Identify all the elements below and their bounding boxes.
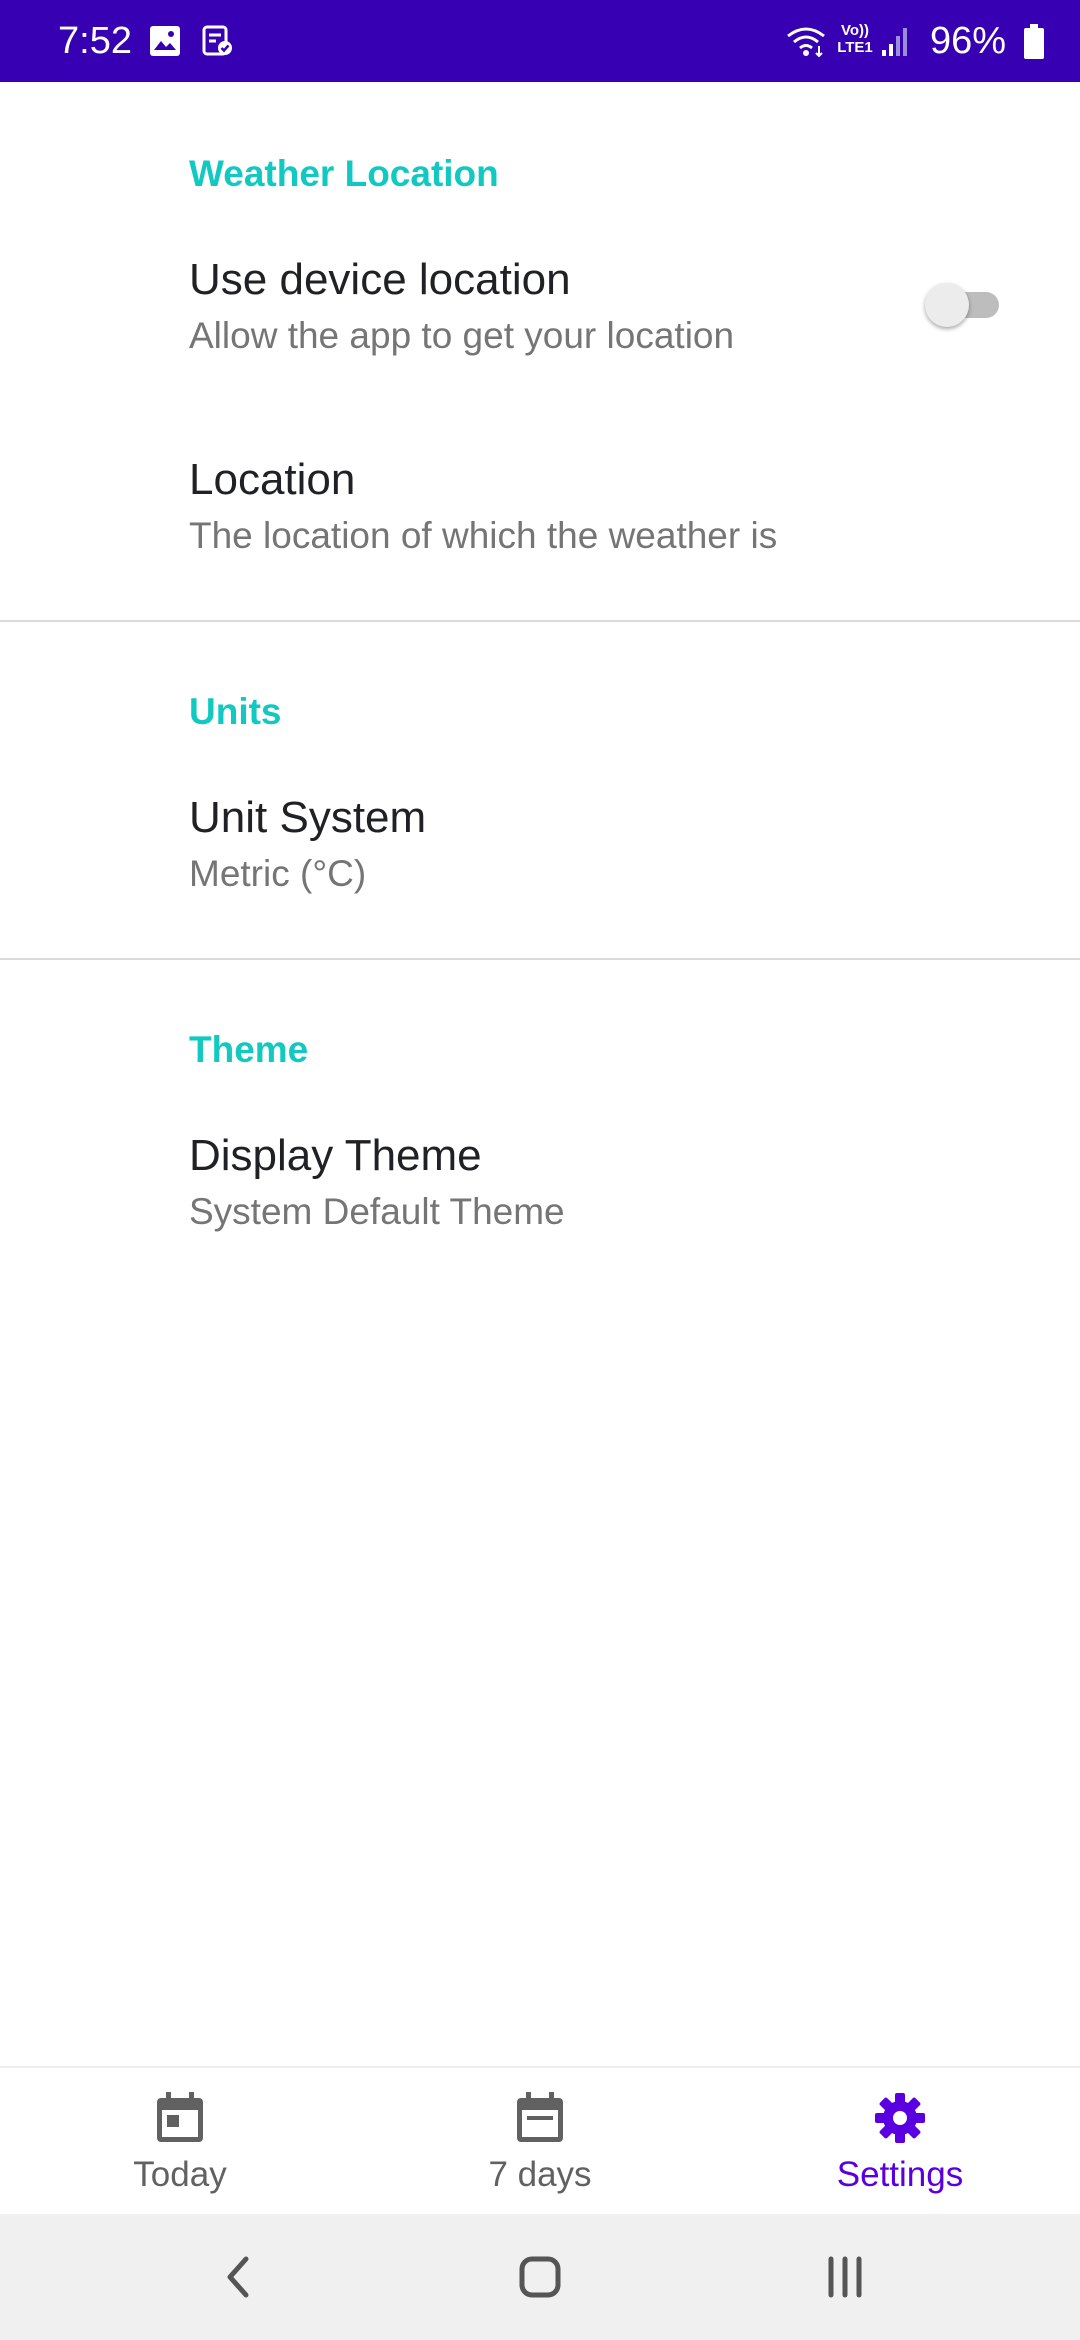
section-header-theme: Theme	[189, 1029, 309, 1070]
pref-summary: The location of which the weather is	[189, 515, 778, 556]
nav-item-7-days[interactable]: 7 days	[360, 2068, 720, 2214]
pref-title: Use device location	[189, 255, 571, 304]
pref-use-device-location[interactable]: Use device location Allow the app to get…	[0, 254, 1080, 436]
nav-label-7-days: 7 days	[488, 2155, 592, 2194]
battery-percent: 96%	[929, 20, 1006, 62]
signal-icon	[882, 28, 907, 56]
volte-label: Vo))	[840, 22, 870, 39]
volte-lte-icon: Vo)) LTE1	[834, 22, 876, 56]
nav-label-today: Today	[133, 2155, 227, 2194]
nav-label-settings: Settings	[836, 2155, 964, 2194]
nav-item-today[interactable]: Today	[0, 2068, 360, 2214]
battery-icon	[1024, 24, 1044, 59]
bottom-navigation: Today 7 days Settings	[0, 2066, 1080, 2214]
pref-unit-system[interactable]: Unit System Metric (°C)	[0, 792, 1080, 952]
toggle-thumb	[925, 283, 969, 327]
divider	[0, 620, 1080, 622]
status-bar: 7:52 Vo)) LTE1 96%	[0, 0, 1080, 82]
divider	[0, 958, 1080, 960]
calendar-today-icon	[157, 2092, 203, 2142]
nav-item-settings[interactable]: Settings	[720, 2068, 1080, 2214]
pref-title: Unit System	[189, 793, 427, 842]
pref-summary: Metric (°C)	[189, 853, 367, 894]
recents-icon[interactable]	[815, 2247, 875, 2307]
status-time: 7:52	[58, 20, 132, 62]
calendar-week-icon	[517, 2092, 563, 2142]
pref-display-theme[interactable]: Display Theme System Default Theme	[0, 1130, 1080, 1290]
gallery-icon	[150, 26, 180, 56]
pref-title: Location	[189, 455, 356, 504]
section-header-weather-location: Weather Location	[189, 153, 499, 194]
wifi-icon	[787, 27, 825, 58]
task-done-icon	[202, 25, 232, 56]
back-icon[interactable]	[210, 2247, 270, 2307]
pref-summary: System Default Theme	[189, 1191, 565, 1232]
status-right-group: Vo)) LTE1 96%	[786, 18, 1046, 64]
section-header-units: Units	[189, 691, 282, 732]
gear-icon	[875, 2093, 925, 2143]
system-navigation-bar	[0, 2214, 1080, 2340]
home-icon[interactable]	[510, 2247, 570, 2307]
pref-summary: Allow the app to get your location	[189, 315, 735, 356]
lte-label: LTE1	[837, 39, 873, 56]
use-device-location-toggle[interactable]	[925, 277, 1009, 331]
pref-location[interactable]: Location The location of which the weath…	[0, 454, 1080, 614]
pref-title: Display Theme	[189, 1131, 482, 1180]
